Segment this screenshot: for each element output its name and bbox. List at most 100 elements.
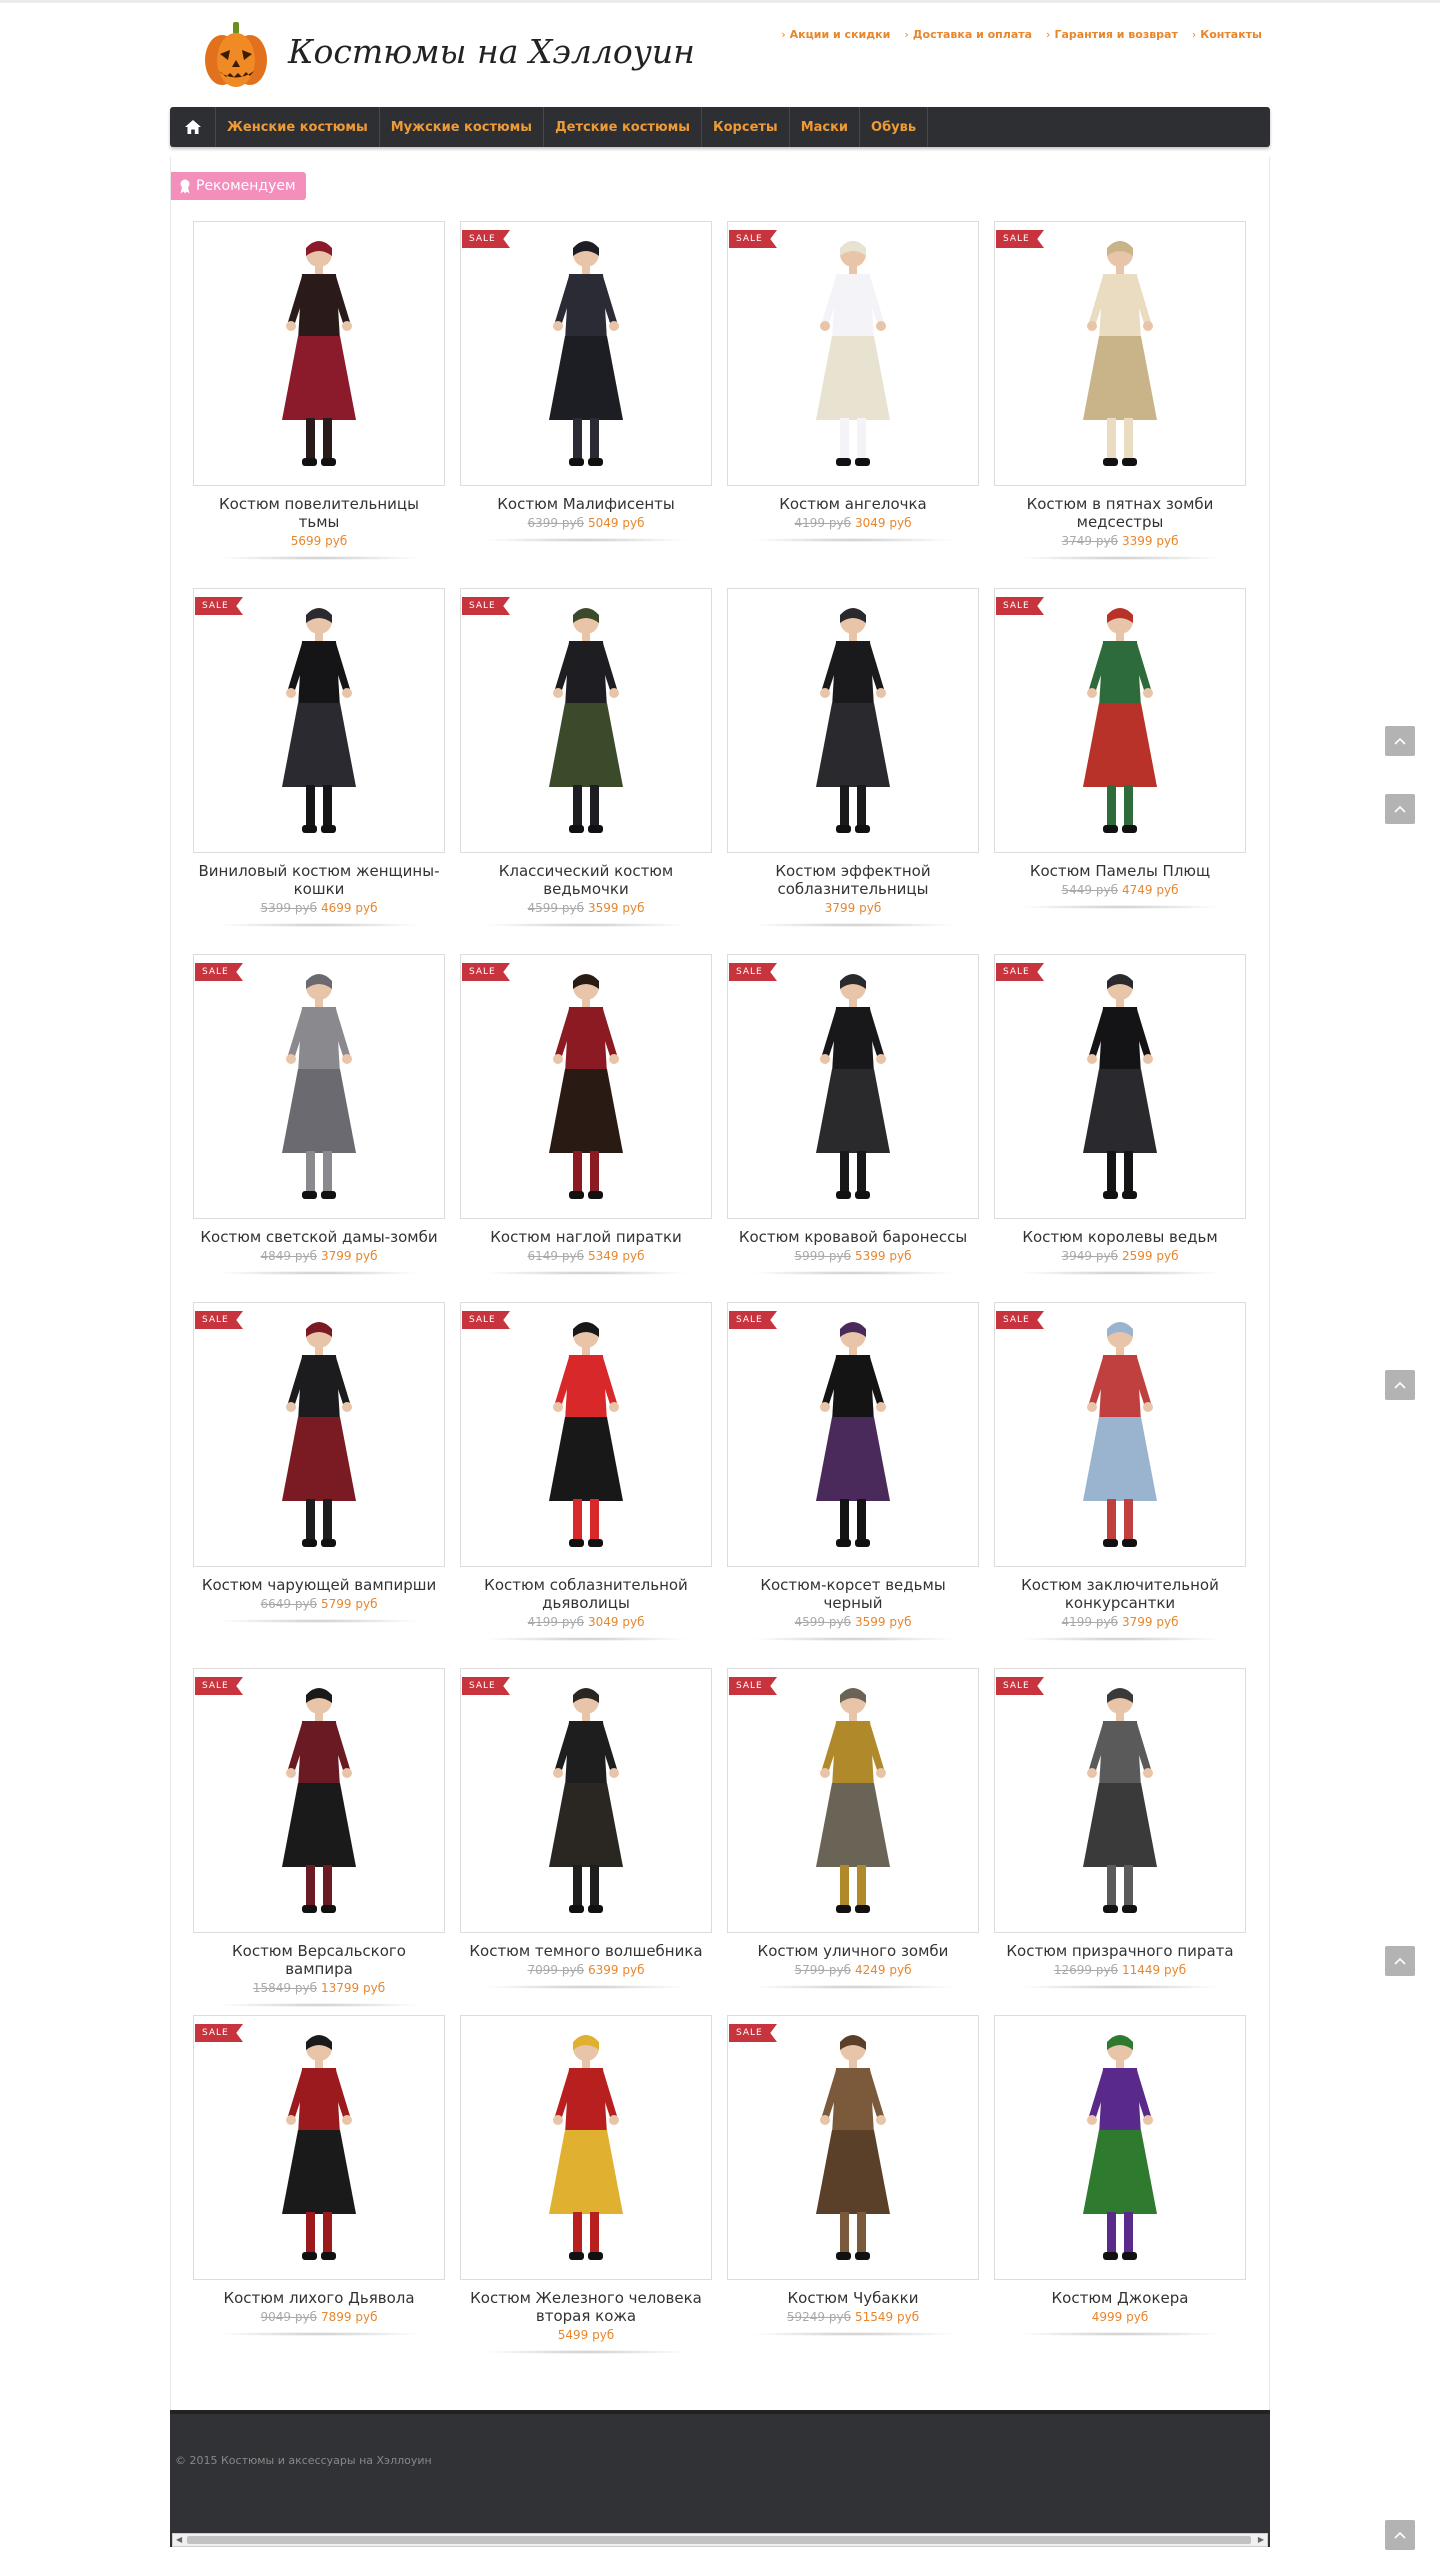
scroll-top-button[interactable]: [1385, 794, 1415, 824]
product-name[interactable]: Костюм королевы ведьм: [994, 1228, 1246, 1246]
product-image[interactable]: SALE: [994, 1668, 1246, 1933]
product-card[interactable]: SALE Костюм призрачного пирата 12699 руб 11…: [994, 1668, 1246, 1989]
product-card[interactable]: SALE Костюм в пятнах зомби медсестры 3749 …: [994, 221, 1246, 560]
product-image[interactable]: [994, 2015, 1246, 2280]
nav-item-womens[interactable]: Женские костюмы: [216, 107, 380, 147]
footer: © 2015 Костюмы и аксессуары на Хэллоуин: [170, 2410, 1270, 2547]
product-card[interactable]: SALE Костюм соблазнительной дьяволицы 4199…: [460, 1302, 712, 1641]
product-card[interactable]: SALE Костюм королевы ведьм 3949 руб 2599 ру…: [994, 954, 1246, 1275]
product-card[interactable]: Костюм Джокера 4999 руб: [994, 2015, 1246, 2336]
product-name[interactable]: Костюм эффектной соблазнительницы: [727, 862, 979, 898]
site-title[interactable]: Костюмы на Хэллоуин: [288, 32, 695, 71]
product-image[interactable]: SALE: [460, 1302, 712, 1567]
product-card[interactable]: SALE Костюм лихого Дьявола 9049 руб 7899 ру…: [193, 2015, 445, 2336]
product-image[interactable]: SALE: [727, 1668, 979, 1933]
product-image[interactable]: SALE: [193, 1668, 445, 1933]
product-name[interactable]: Костюм чарующей вампирши: [193, 1576, 445, 1594]
product-name[interactable]: Костюм-корсет ведьмы черный: [727, 1576, 979, 1612]
product-name[interactable]: Костюм светской дамы-зомби: [193, 1228, 445, 1246]
product-image[interactable]: SALE: [193, 954, 445, 1219]
scroll-left-icon[interactable]: ◀: [176, 2534, 182, 2546]
product-card[interactable]: Костюм Железного человека вторая кожа 549…: [460, 2015, 712, 2354]
product-image[interactable]: SALE: [727, 1302, 979, 1567]
product-image[interactable]: SALE: [460, 954, 712, 1219]
product-image[interactable]: SALE: [727, 954, 979, 1219]
nav-item-shoes[interactable]: Обувь: [860, 107, 929, 147]
product-name[interactable]: Костюм призрачного пирата: [994, 1942, 1246, 1960]
product-name[interactable]: Костюм Чубакки: [727, 2289, 979, 2307]
product-name[interactable]: Костюм в пятнах зомби медсестры: [994, 495, 1246, 531]
product-card[interactable]: SALE Классический костюм ведьмочки 4599 ру…: [460, 588, 712, 927]
nav-item-corsets[interactable]: Корсеты: [702, 107, 790, 147]
product-card[interactable]: SALE Костюм Версальского вампира 15849 руб…: [193, 1668, 445, 2007]
nav-item-masks[interactable]: Маски: [790, 107, 861, 147]
product-name[interactable]: Костюм Джокера: [994, 2289, 1246, 2307]
product-image[interactable]: [193, 221, 445, 486]
product-card[interactable]: SALE Костюм кровавой баронессы 5999 руб 539…: [727, 954, 979, 1275]
product-card[interactable]: SALE Костюм заключительной конкурсантки 41…: [994, 1302, 1246, 1641]
product-image[interactable]: SALE: [460, 1668, 712, 1933]
product-image[interactable]: SALE: [994, 588, 1246, 853]
sale-badge: SALE: [996, 597, 1044, 615]
product-name[interactable]: Костюм кровавой баронессы: [727, 1228, 979, 1246]
product-image[interactable]: SALE: [994, 1302, 1246, 1567]
product-name[interactable]: Костюм уличного зомби: [727, 1942, 979, 1960]
product-card[interactable]: Костюм эффектной соблазнительницы 3799 ру…: [727, 588, 979, 927]
costume-figure-image: [549, 2035, 623, 2260]
product-card[interactable]: SALE Костюм Памелы Плющ 5449 руб 4749 руб: [994, 588, 1246, 909]
top-link-contacts[interactable]: Контакты: [1192, 28, 1262, 41]
product-card[interactable]: SALE Костюм ангелочка 4199 руб 3049 руб: [727, 221, 979, 542]
product-name[interactable]: Костюм лихого Дьявола: [193, 2289, 445, 2307]
product-name[interactable]: Костюм Малифисенты: [460, 495, 712, 513]
scroll-top-button[interactable]: [1385, 2520, 1415, 2550]
scroll-top-button[interactable]: [1385, 1946, 1415, 1976]
product-image[interactable]: SALE: [460, 221, 712, 486]
product-name[interactable]: Костюм повелительницы тьмы: [193, 495, 445, 531]
product-image[interactable]: SALE: [727, 2015, 979, 2280]
top-link-promotions[interactable]: Акции и скидки: [781, 28, 891, 41]
product-image[interactable]: [460, 2015, 712, 2280]
product-price: 59249 руб 51549 руб: [727, 2310, 979, 2324]
product-card[interactable]: SALE Костюм светской дамы-зомби 4849 руб 37…: [193, 954, 445, 1275]
product-image[interactable]: SALE: [460, 588, 712, 853]
product-card[interactable]: SALE Костюм уличного зомби 5799 руб 4249 ру…: [727, 1668, 979, 1989]
product-card[interactable]: SALE Виниловый костюм женщины-кошки 5399 р…: [193, 588, 445, 927]
product-name[interactable]: Костюм темного волшебника: [460, 1942, 712, 1960]
product-image[interactable]: SALE: [994, 954, 1246, 1219]
product-card[interactable]: SALE Костюм темного волшебника 7099 руб 639…: [460, 1668, 712, 1989]
product-card[interactable]: SALE Костюм Чубакки 59249 руб 51549 руб: [727, 2015, 979, 2336]
product-name[interactable]: Костюм соблазнительной дьяволицы: [460, 1576, 712, 1612]
product-image[interactable]: SALE: [193, 588, 445, 853]
home-icon[interactable]: [170, 107, 216, 147]
product-name[interactable]: Костюм заключительной конкурсантки: [994, 1576, 1246, 1612]
scroll-top-button[interactable]: [1385, 726, 1415, 756]
product-image[interactable]: SALE: [994, 221, 1246, 486]
product-image[interactable]: SALE: [193, 2015, 445, 2280]
scroll-top-button[interactable]: [1385, 1370, 1415, 1400]
product-image[interactable]: [727, 588, 979, 853]
product-name[interactable]: Костюм Версальского вампира: [193, 1942, 445, 1978]
product-name[interactable]: Костюм ангелочка: [727, 495, 979, 513]
horizontal-scrollbar[interactable]: ◀ ▶: [172, 2533, 1268, 2547]
scroll-right-icon[interactable]: ▶: [1258, 2534, 1264, 2546]
product-name[interactable]: Классический костюм ведьмочки: [460, 862, 712, 898]
product-image[interactable]: SALE: [193, 1302, 445, 1567]
pumpkin-logo-icon[interactable]: [200, 20, 272, 90]
scrollbar-thumb[interactable]: [187, 2536, 1251, 2544]
product-name[interactable]: Костюм Железного человека вторая кожа: [460, 2289, 712, 2325]
product-card[interactable]: SALE Костюм чарующей вампирши 6649 руб 5799…: [193, 1302, 445, 1623]
product-image[interactable]: SALE: [727, 221, 979, 486]
nav-item-mens[interactable]: Мужские костюмы: [380, 107, 545, 147]
product-card[interactable]: SALE Костюм-корсет ведьмы черный 4599 руб 3…: [727, 1302, 979, 1641]
product-name[interactable]: Костюм Памелы Плющ: [994, 862, 1246, 880]
product-name[interactable]: Костюм наглой пиратки: [460, 1228, 712, 1246]
top-link-warranty[interactable]: Гарантия и возврат: [1046, 28, 1177, 41]
top-link-delivery[interactable]: Доставка и оплата: [904, 28, 1032, 41]
footer-copyright: © 2015 Костюмы и аксессуары на Хэллоуин: [175, 2454, 432, 2467]
product-card[interactable]: Костюм повелительницы тьмы 5699 руб: [193, 221, 445, 560]
card-divider: [748, 1271, 958, 1275]
product-name[interactable]: Виниловый костюм женщины-кошки: [193, 862, 445, 898]
product-card[interactable]: SALE Костюм наглой пиратки 6149 руб 5349 ру…: [460, 954, 712, 1275]
product-card[interactable]: SALE Костюм Малифисенты 6399 руб 5049 руб: [460, 221, 712, 542]
nav-item-kids[interactable]: Детские костюмы: [544, 107, 702, 147]
